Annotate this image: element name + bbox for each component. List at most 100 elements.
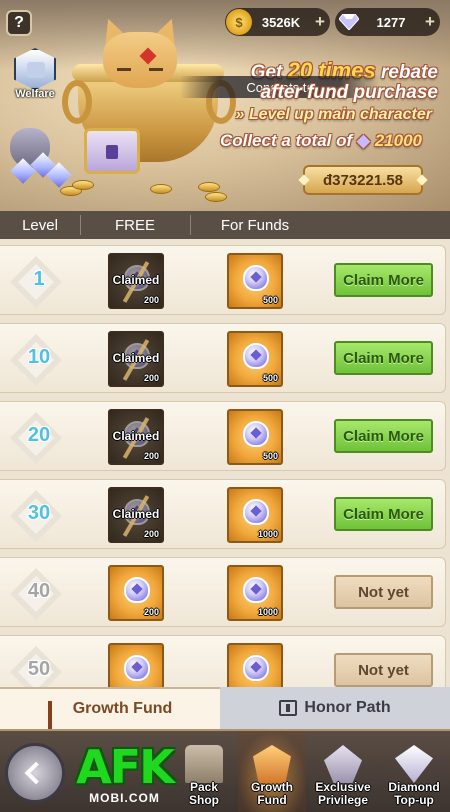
honor-book-icon: [279, 700, 298, 716]
claim-more-button[interactable]: Claim More: [334, 419, 433, 453]
diamond-bag-icon: [243, 343, 269, 369]
reward-quantity: 1000: [257, 607, 278, 617]
fund-reward-tile[interactable]: 1000: [227, 565, 283, 621]
nav-label: Exclusive Privilege: [315, 780, 371, 807]
fund-reward-tile[interactable]: 500: [227, 331, 283, 387]
fund-reward-tile[interactable]: 1000: [227, 487, 283, 543]
coin-art: [150, 184, 172, 194]
diamond-currency: 1277 +: [335, 8, 440, 36]
help-button[interactable]: ?: [6, 10, 32, 36]
fund-price-button[interactable]: đ373221.58: [303, 165, 423, 195]
privilege-crest-icon: [324, 745, 362, 783]
reward-row: 20 Claimed 200 500 Claim More: [0, 401, 446, 471]
coin-art: [72, 180, 94, 190]
bottom-nav: AFK MOBI.COM Pack Shop Growth Fund Exclusi…: [0, 729, 450, 812]
free-reward-tile[interactable]: Claimed 200: [108, 331, 164, 387]
chevron-left-icon: [24, 761, 48, 785]
nav-diamond-topup[interactable]: Diamond Top-up: [382, 731, 446, 812]
promo-line-4: Collect a total of ◆ 21000: [219, 131, 422, 150]
diamond-amount: 1277: [376, 14, 406, 30]
watermark-small: MOBI.COM: [89, 791, 160, 805]
diamond-icon: [395, 745, 433, 783]
add-gold-button[interactable]: +: [310, 12, 330, 32]
diamond-bag-icon: [243, 655, 269, 681]
level-value: 30: [27, 502, 51, 524]
welfare-button[interactable]: Welfare: [10, 48, 60, 104]
reward-list[interactable]: 1 Claimed 200 500 Claim More 10 Claimed …: [0, 239, 450, 687]
watermark-logo: AFK MOBI.COM: [72, 741, 177, 809]
fund-subtabs: Growth Fund Honor Path: [0, 687, 450, 731]
column-for-funds: For Funds: [220, 216, 290, 234]
tab-honor-path[interactable]: Honor Path: [220, 687, 450, 729]
reward-row: 40 200 1000 Not yet: [0, 557, 446, 627]
reward-row: 1 Claimed 200 500 Claim More: [0, 245, 446, 315]
nav-label: Diamond Top-up: [388, 780, 440, 807]
diamond-bag-icon: [243, 577, 269, 603]
free-reward-tile[interactable]: [108, 643, 164, 687]
reward-row: 30 Claimed 200 1000 Claim More: [0, 479, 446, 549]
fund-reward-tile[interactable]: 500: [227, 409, 283, 465]
level-value: 20: [27, 424, 51, 446]
reward-row: 10 Claimed 200 500 Claim More: [0, 323, 446, 393]
treasure-chest-art: [84, 128, 140, 174]
free-reward-tile[interactable]: Claimed 200: [108, 409, 164, 465]
promo-line-2: after fund purchase: [260, 82, 438, 103]
bar-chart-icon: [47, 701, 66, 731]
welfare-label: Welfare: [15, 88, 55, 100]
diamond-icon: ◆: [356, 131, 370, 150]
cat-mascot-art: [95, 14, 185, 90]
reward-quantity: 500: [262, 295, 278, 305]
tab-growth-fund[interactable]: Growth Fund: [0, 687, 220, 731]
column-free: FREE: [114, 216, 155, 234]
reward-row: 50 Not yet: [0, 635, 446, 687]
not-yet-button[interactable]: Not yet: [334, 653, 433, 687]
tab-label: Growth Fund: [72, 700, 173, 717]
promo-line-3: » Level up main character: [235, 106, 432, 123]
reward-quantity: 500: [262, 451, 278, 461]
trophy-handle-left: [62, 80, 92, 124]
fund-reward-tile[interactable]: [227, 643, 283, 687]
reward-quantity: 500: [262, 373, 278, 383]
claimed-label: Claimed: [112, 351, 160, 365]
level-value: 10: [27, 346, 51, 368]
free-reward-tile[interactable]: Claimed 200: [108, 487, 164, 543]
claim-more-button[interactable]: Claim More: [334, 341, 433, 375]
welfare-icon: [14, 48, 56, 90]
diamond-bag-icon: [243, 265, 269, 291]
reward-quantity: 200: [143, 451, 159, 461]
growth-fund-banner: ? $ 3526K + 1277 + Welfare Get 20 times …: [0, 0, 450, 212]
diamond-bag-icon: [243, 499, 269, 525]
fund-reward-tile[interactable]: 500: [227, 253, 283, 309]
nav-pack-shop[interactable]: Pack Shop: [178, 731, 230, 812]
reward-quantity: 200: [143, 607, 159, 617]
diamond-icon: [336, 9, 362, 35]
shop-icon: [185, 745, 223, 783]
diamond-bag-icon: [124, 655, 150, 681]
growth-fund-icon: [253, 745, 291, 783]
claim-more-button[interactable]: Claim More: [334, 497, 433, 531]
gold-currency: $ 3526K +: [225, 8, 330, 36]
reward-quantity: 200: [143, 529, 159, 539]
nav-label: Pack Shop: [189, 780, 219, 807]
nav-label: Growth Fund: [251, 780, 293, 807]
free-reward-tile[interactable]: 200: [108, 565, 164, 621]
claimed-label: Claimed: [112, 507, 160, 521]
diamond-bag-icon: [243, 421, 269, 447]
not-yet-button[interactable]: Not yet: [334, 575, 433, 609]
tab-label: Honor Path: [304, 699, 391, 716]
claim-more-button[interactable]: Claim More: [334, 263, 433, 297]
claimed-label: Claimed: [112, 429, 160, 443]
free-reward-tile[interactable]: Claimed 200: [108, 253, 164, 309]
add-diamond-button[interactable]: +: [420, 12, 440, 32]
reward-quantity: 200: [143, 373, 159, 383]
claimed-label: Claimed: [112, 273, 160, 287]
coin-art: [198, 182, 220, 192]
back-button[interactable]: [5, 743, 65, 803]
nav-growth-fund[interactable]: Growth Fund: [238, 731, 306, 812]
level-value: 1: [33, 268, 45, 290]
nav-exclusive-privilege[interactable]: Exclusive Privilege: [310, 731, 376, 812]
gold-amount: 3526K: [261, 14, 301, 30]
reward-quantity: 200: [143, 295, 159, 305]
column-level: Level: [22, 216, 58, 234]
coin-art: [205, 192, 227, 202]
